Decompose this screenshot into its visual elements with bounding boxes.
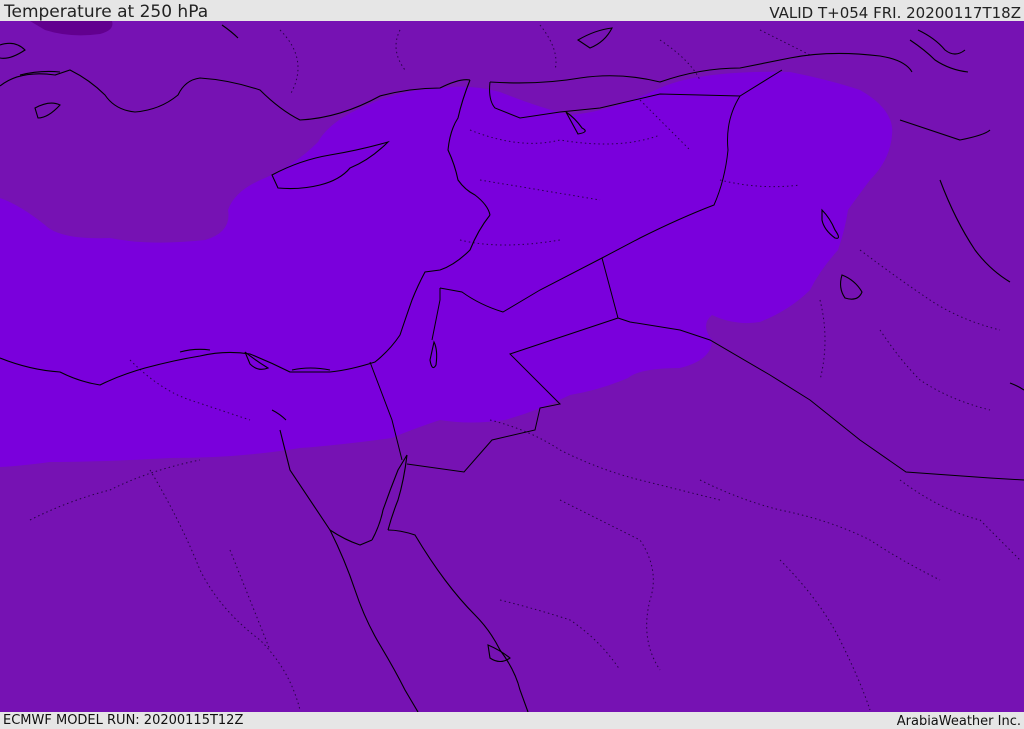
weather-map[interactable]	[0, 21, 1024, 712]
credit-label: ArabiaWeather Inc.	[896, 714, 1021, 729]
model-run-label: ECMWF MODEL RUN: 20200115T12Z	[3, 713, 244, 728]
map-canvas	[0, 21, 1024, 712]
header-bar: Temperature at 250 hPa VALID T+054 FRI. …	[0, 0, 1024, 21]
valid-time: VALID T+054 FRI. 20200117T18Z	[769, 4, 1021, 22]
map-title: Temperature at 250 hPa	[4, 2, 209, 22]
footer-bar: ECMWF MODEL RUN: 20200115T12Z ArabiaWeat…	[0, 712, 1024, 729]
